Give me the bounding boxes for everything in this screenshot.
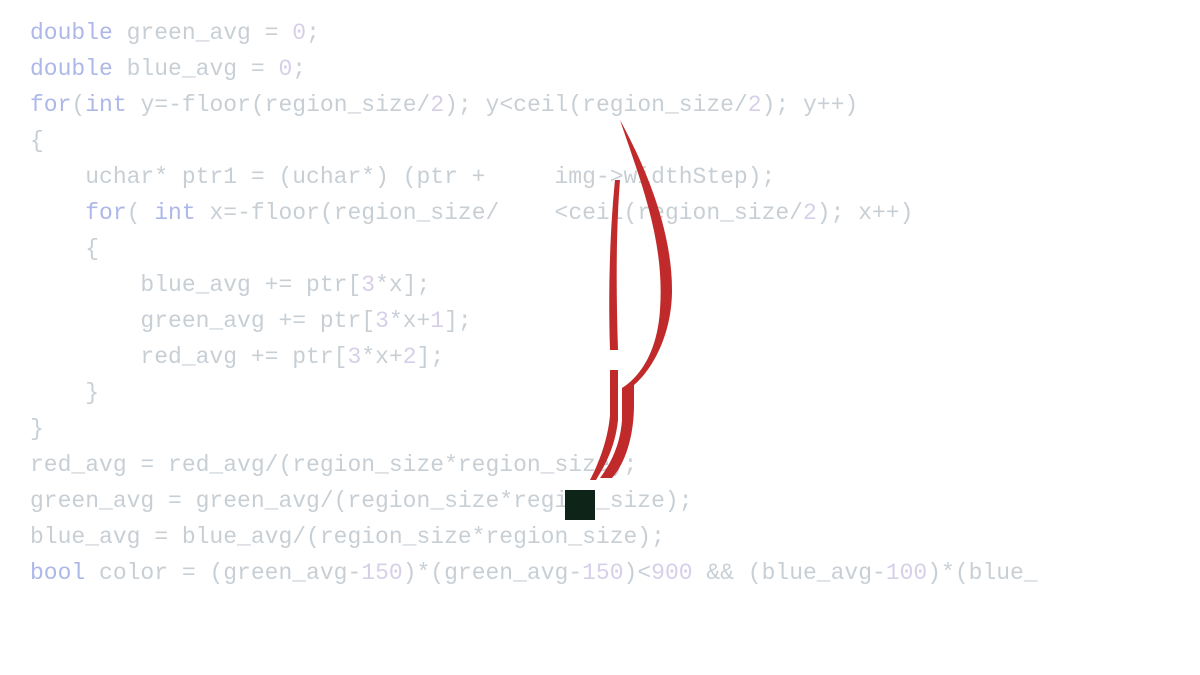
code-text: } [30, 416, 44, 442]
code-line: } [30, 411, 1038, 447]
code-text: y=-floor(region_size/ [127, 92, 431, 118]
code-line: bool color = (green_avg-150)*(green_avg-… [30, 555, 1038, 591]
code-line: green_avg = green_avg/(region_size*regio… [30, 483, 1038, 519]
number-literal: 150 [361, 560, 402, 586]
code-block: double green_avg = 0;double blue_avg = 0… [30, 15, 1038, 591]
code-text: ]; [444, 308, 472, 334]
code-text: red_avg = red_avg/(region_size*region_si… [30, 452, 637, 478]
code-line: blue_avg = blue_avg/(region_size*region_… [30, 519, 1038, 555]
number-literal: 0 [292, 20, 306, 46]
number-literal: 900 [651, 560, 692, 586]
code-text: ); x++) [817, 200, 914, 226]
code-text: blue_avg = blue_avg/(region_size*region_… [30, 524, 665, 550]
code-line: uchar* ptr1 = (uchar*) (ptr + img->width… [30, 159, 1038, 195]
code-text: *x+ [361, 344, 402, 370]
code-text: ); y<ceil(region_size/ [444, 92, 748, 118]
keyword: double [30, 56, 113, 82]
code-text: ); y++) [762, 92, 859, 118]
code-line: for(int y=-floor(region_size/2); y<ceil(… [30, 87, 1038, 123]
code-text: { [85, 236, 99, 262]
code-text: uchar* ptr1 = (uchar*) (ptr + img->width… [85, 164, 775, 190]
code-text: *x]; [375, 272, 430, 298]
code-text: ; [306, 20, 320, 46]
code-line: } [30, 375, 1038, 411]
code-text: green_avg += ptr[ [140, 308, 375, 334]
code-line: double blue_avg = 0; [30, 51, 1038, 87]
code-text: red_avg += ptr[ [140, 344, 347, 370]
code-line: for( int x=-floor(region_size/ <ceil(reg… [30, 195, 1038, 231]
code-text: && (blue_avg- [693, 560, 886, 586]
code-line: blue_avg += ptr[3*x]; [30, 267, 1038, 303]
code-text: ]; [417, 344, 445, 370]
keyword: bool [30, 560, 85, 586]
number-literal: 100 [886, 560, 927, 586]
code-text: blue_avg = [113, 56, 279, 82]
code-line: { [30, 123, 1038, 159]
code-text: )*(blue_ [927, 560, 1037, 586]
code-text: } [85, 380, 99, 406]
number-literal: 2 [748, 92, 762, 118]
code-text: { [30, 128, 44, 154]
code-text: blue_avg += ptr[ [140, 272, 361, 298]
number-literal: 2 [403, 344, 417, 370]
code-text: ( [71, 92, 85, 118]
number-literal: 3 [375, 308, 389, 334]
number-literal: 2 [803, 200, 817, 226]
code-line: red_avg = red_avg/(region_size*region_si… [30, 447, 1038, 483]
number-literal: 150 [582, 560, 623, 586]
keyword: double [30, 20, 113, 46]
number-literal: 3 [361, 272, 375, 298]
code-text: )*(green_avg- [403, 560, 582, 586]
code-text: ; [292, 56, 306, 82]
code-text: *x+ [389, 308, 430, 334]
code-text: x=-floor(region_size/ <ceil(region_size/ [196, 200, 803, 226]
keyword: int [154, 200, 195, 226]
code-text: ( [127, 200, 155, 226]
number-literal: 0 [278, 56, 292, 82]
keyword: int [85, 92, 126, 118]
code-line: double green_avg = 0; [30, 15, 1038, 51]
code-line: green_avg += ptr[3*x+1]; [30, 303, 1038, 339]
code-line: { [30, 231, 1038, 267]
number-literal: 2 [430, 92, 444, 118]
code-text: green_avg = [113, 20, 292, 46]
number-literal: 1 [430, 308, 444, 334]
code-text: green_avg = green_avg/(region_size*regio… [30, 488, 693, 514]
number-literal: 3 [347, 344, 361, 370]
keyword: for [30, 92, 71, 118]
code-line: red_avg += ptr[3*x+2]; [30, 339, 1038, 375]
code-text: color = (green_avg- [85, 560, 361, 586]
keyword: for [85, 200, 126, 226]
code-text: )< [624, 560, 652, 586]
